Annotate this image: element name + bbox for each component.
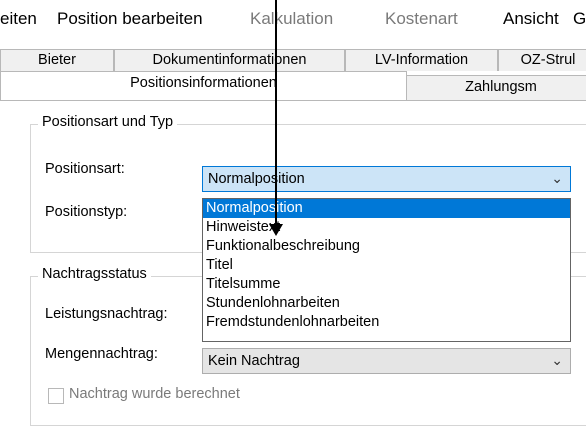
- dropdown-option-stundenlohnarbeiten[interactable]: Stundenlohnarbeiten: [203, 294, 570, 313]
- mengennachtrag-value: Kein Nachtrag: [208, 353, 300, 369]
- menu-item-position-bearbeiten[interactable]: Position bearbeiten: [57, 9, 203, 29]
- tab-lv-information[interactable]: LV-Information: [345, 49, 498, 71]
- tab-row-1: Bieter Dokumentinformationen LV-Informat…: [0, 49, 586, 71]
- positionsart-combobox[interactable]: Normalposition ⌄: [202, 166, 571, 192]
- dropdown-option-titelsumme[interactable]: Titelsumme: [203, 275, 570, 294]
- mengennachtrag-combobox[interactable]: Kein Nachtrag ⌄: [202, 348, 571, 374]
- positionstyp-label: Positionstyp:: [45, 204, 128, 220]
- menu-item-kalkulation[interactable]: Kalkulation: [250, 9, 333, 29]
- tab-row-2: Positionsinformationen Zahlungsm: [0, 71, 586, 101]
- dropdown-option-titel[interactable]: Titel: [203, 256, 570, 275]
- dropdown-option-funktionalbeschreibung[interactable]: Funktionalbeschreibung: [203, 237, 570, 256]
- chevron-down-icon: ⌄: [551, 170, 563, 186]
- nachtrag-berechnet-checkbox[interactable]: [48, 388, 64, 404]
- menu-item-bearbeiten[interactable]: eiten: [0, 9, 37, 29]
- chevron-down-icon: ⌄: [551, 352, 563, 368]
- tab-oz-struktur[interactable]: OZ-Strul: [498, 49, 586, 71]
- tab-zahlungsmodalitaeten[interactable]: Zahlungsm: [406, 75, 586, 101]
- group-nachtragsstatus-title: Nachtragsstatus: [38, 266, 151, 282]
- annotation-arrow-line: [275, 0, 277, 228]
- positionsart-dropdown-list: Normalposition Hinweistext Funktionalbes…: [202, 198, 571, 342]
- positionsart-label: Positionsart:: [45, 161, 125, 177]
- leistungsnachtrag-label: Leistungsnachtrag:: [45, 306, 168, 322]
- menu-bar: eiten Position bearbeiten Kalkulation Ko…: [0, 0, 586, 40]
- mengennachtrag-label: Mengennachtrag:: [45, 346, 158, 362]
- group-positionsart-typ-title: Positionsart und Typ: [38, 114, 178, 130]
- tab-positionsinformationen[interactable]: Positionsinformationen: [0, 71, 407, 101]
- annotation-arrow-head-icon: [269, 224, 283, 236]
- tab-dokumentinformationen[interactable]: Dokumentinformationen: [114, 49, 345, 71]
- nachtrag-berechnet-label: Nachtrag wurde berechnet: [69, 386, 240, 402]
- tab-bieter[interactable]: Bieter: [0, 49, 114, 71]
- positionsart-value: Normalposition: [208, 171, 305, 187]
- dropdown-option-fremdstundenlohnarbeiten[interactable]: Fremdstundenlohnarbeiten: [203, 313, 570, 332]
- menu-item-ansicht[interactable]: Ansicht: [503, 9, 559, 29]
- menu-item-g[interactable]: G: [573, 9, 586, 29]
- dropdown-option-hinweistext[interactable]: Hinweistext: [203, 218, 570, 237]
- menu-item-kostenart[interactable]: Kostenart: [385, 9, 458, 29]
- dropdown-option-normalposition[interactable]: Normalposition: [203, 199, 570, 218]
